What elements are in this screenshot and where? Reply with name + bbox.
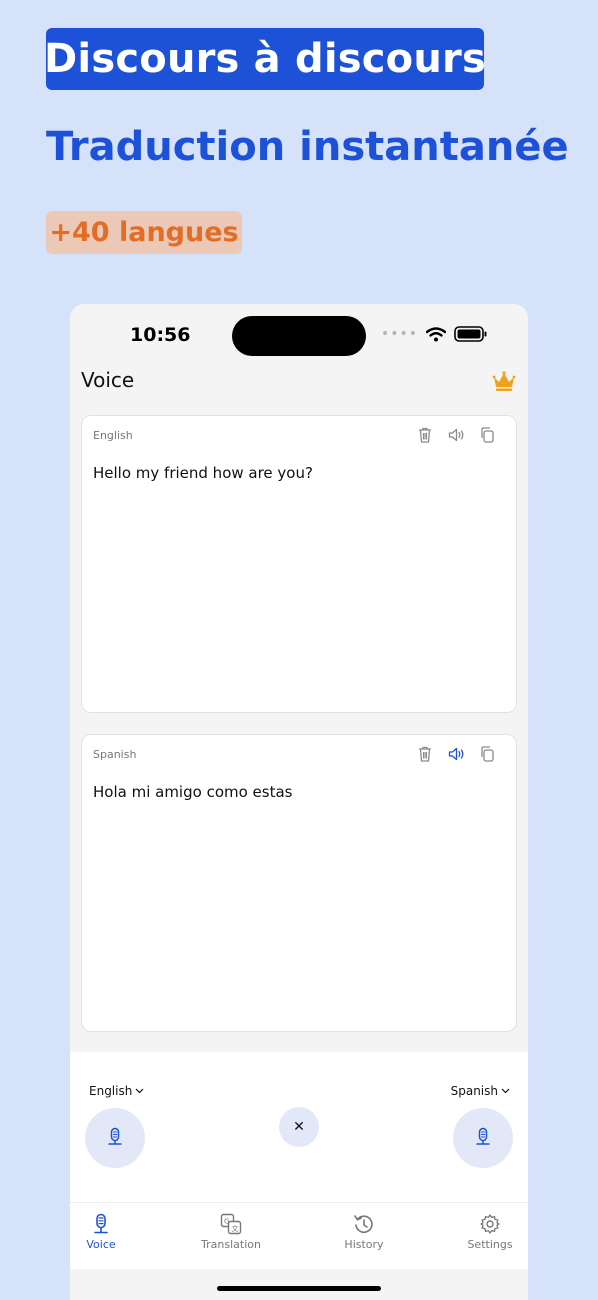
target-language-select[interactable]: Spanish <box>451 1084 510 1098</box>
status-icons: •••• <box>381 326 488 342</box>
promo-headline: Discours à discours <box>44 28 486 90</box>
copy-icon[interactable] <box>478 745 496 763</box>
tab-translation[interactable]: G 文 Translation <box>186 1213 276 1251</box>
source-mic-button[interactable] <box>85 1108 145 1168</box>
chevron-down-icon <box>135 1088 144 1094</box>
history-icon <box>354 1215 373 1234</box>
trash-icon[interactable] <box>416 426 434 444</box>
phone-screen: 10:56 •••• Voice English Hello my friend… <box>70 304 528 1300</box>
tab-voice[interactable]: Voice <box>70 1213 146 1251</box>
tab-settings[interactable]: Settings <box>445 1213 528 1251</box>
svg-text:G: G <box>224 1218 229 1226</box>
microphone-icon <box>476 1127 490 1145</box>
tab-bar: Voice G 文 Translation History Settings <box>70 1202 528 1269</box>
promo-subtitle: Traduction instantanée <box>46 124 569 170</box>
target-text-card[interactable]: Spanish Hola mi amigo como estas <box>81 734 517 1032</box>
status-time: 10:56 <box>130 324 191 346</box>
gear-icon <box>480 1214 500 1234</box>
tab-label: Translation <box>201 1238 261 1251</box>
voice-controls: English Spanish ✕ <box>70 1052 528 1202</box>
chevron-down-icon <box>501 1088 510 1094</box>
speaker-icon[interactable] <box>447 745 465 763</box>
clear-button[interactable]: ✕ <box>279 1107 319 1147</box>
translation-icon: G 文 <box>220 1213 242 1235</box>
target-mic-button[interactable] <box>453 1108 513 1168</box>
source-text-card[interactable]: English Hello my friend how are you? <box>81 415 517 713</box>
target-card-language: Spanish <box>93 748 137 761</box>
close-icon: ✕ <box>293 1119 305 1135</box>
microphone-icon <box>94 1213 108 1234</box>
trash-icon[interactable] <box>416 745 434 763</box>
home-indicator <box>217 1286 381 1291</box>
speaker-icon[interactable] <box>447 426 465 444</box>
source-language-select[interactable]: English <box>89 1084 144 1098</box>
tab-label: Settings <box>467 1238 513 1251</box>
translated-text[interactable]: Hola mi amigo como estas <box>93 783 292 801</box>
tab-history[interactable]: History <box>319 1213 409 1251</box>
wifi-icon <box>426 326 446 341</box>
tab-label: Voice <box>86 1238 116 1251</box>
page-title: Voice <box>81 368 135 392</box>
signal-icon: •••• <box>380 326 418 342</box>
languages-badge: +40 langues <box>46 211 242 254</box>
source-card-language: English <box>93 429 133 442</box>
target-language-label: Spanish <box>450 1084 498 1098</box>
source-text[interactable]: Hello my friend how are you? <box>93 464 313 482</box>
microphone-icon <box>108 1127 122 1145</box>
crown-icon[interactable] <box>492 370 516 392</box>
source-language-label: English <box>89 1084 133 1098</box>
svg-text:文: 文 <box>232 1224 239 1233</box>
dynamic-island <box>232 316 366 356</box>
tab-label: History <box>344 1238 384 1251</box>
copy-icon[interactable] <box>478 426 496 444</box>
battery-icon <box>454 326 487 342</box>
